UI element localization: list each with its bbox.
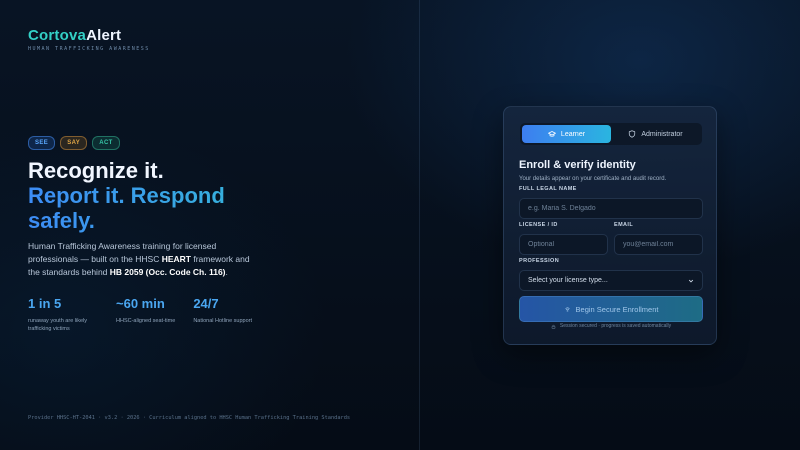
card-title: Enroll & verify identity <box>519 159 636 171</box>
hero-line-2: Report it. Respond safely. <box>28 183 268 233</box>
brand-logo[interactable]: CortovaAlert HUMAN TRAFFICKING AWARENESS <box>28 27 150 52</box>
tab-administrator-label: Administrator <box>641 130 683 138</box>
email-input[interactable] <box>614 234 703 255</box>
provider-footer: Provider HHSC-HT-2041 · v3.2 · 2026 · Cu… <box>28 415 351 421</box>
hero-heading: Recognize it. Report it. Respond safely. <box>28 158 268 233</box>
profession-select[interactable]: Select your license type... <box>519 270 703 291</box>
brand-name: CortovaAlert <box>28 27 150 44</box>
begin-enrollment-button[interactable]: Begin Secure Enrollment <box>519 296 703 322</box>
brand-name-part1: Cortova <box>28 27 87 44</box>
enrollment-card: Learner Administrator Enroll & verify id… <box>503 106 717 345</box>
stat-value: ~60 min <box>116 296 165 311</box>
profession-select-value: Select your license type... <box>528 277 608 284</box>
stat-label: runaway youth are likely trafficking vic… <box>28 318 88 332</box>
stat-item: ~60 min HHSC-aligned seat-time <box>116 296 175 333</box>
session-secure-text: Session secured · progress is saved auto… <box>559 323 672 329</box>
tab-administrator[interactable]: Administrator <box>611 125 700 143</box>
tag-see: SEE <box>28 136 56 150</box>
stat-item: 24/7 National Hotline support <box>193 296 252 333</box>
stat-label: HHSC-aligned seat-time <box>116 318 176 324</box>
begin-enrollment-label: Begin Secure Enrollment <box>575 304 659 314</box>
desc-text-3: . <box>225 267 228 277</box>
tag-group: SEE SAY ACT <box>28 136 120 150</box>
stat-item: 1 in 5 runaway youth are likely traffick… <box>28 296 98 333</box>
stat-value: 1 in 5 <box>28 296 62 311</box>
license-label: LICENSE / ID <box>519 222 558 228</box>
graduation-cap-icon <box>548 131 556 137</box>
session-secure-note: Session secured · progress is saved auto… <box>504 323 718 329</box>
license-input[interactable] <box>519 234 608 255</box>
profession-label: PROFESSION <box>519 258 560 264</box>
fingerprint-icon <box>564 306 570 312</box>
tag-act: ACT <box>92 136 120 150</box>
chevron-down-icon <box>688 279 694 283</box>
card-subtitle: Your details appear on your certificate … <box>519 176 667 182</box>
brand-name-part2: Alert <box>86 27 122 44</box>
email-label: EMAIL <box>614 222 634 228</box>
full-name-label: FULL LEGAL NAME <box>519 186 577 192</box>
brand-subtitle: HUMAN TRAFFICKING AWARENESS <box>28 46 150 52</box>
full-name-input[interactable] <box>519 198 703 219</box>
hero-line-1: Recognize it. <box>28 158 164 183</box>
stat-value: 24/7 <box>193 296 219 311</box>
tag-say: SAY <box>60 136 88 150</box>
desc-bold-1: HEART <box>161 254 191 264</box>
stat-label: National Hotline support <box>193 318 253 324</box>
hero-panel: CortovaAlert HUMAN TRAFFICKING AWARENESS… <box>28 0 408 450</box>
panel-divider <box>419 0 420 450</box>
desc-bold-2: HB 2059 (Occ. Code Ch. 116) <box>109 267 226 277</box>
role-tabs: Learner Administrator <box>520 123 702 145</box>
hero-description: Human Trafficking Awareness training for… <box>28 240 263 279</box>
tab-learner-label: Learner <box>560 130 586 138</box>
lock-icon <box>551 324 556 329</box>
tab-learner[interactable]: Learner <box>522 125 611 143</box>
stats-row: 1 in 5 runaway youth are likely traffick… <box>28 296 270 333</box>
shield-icon <box>629 130 636 138</box>
